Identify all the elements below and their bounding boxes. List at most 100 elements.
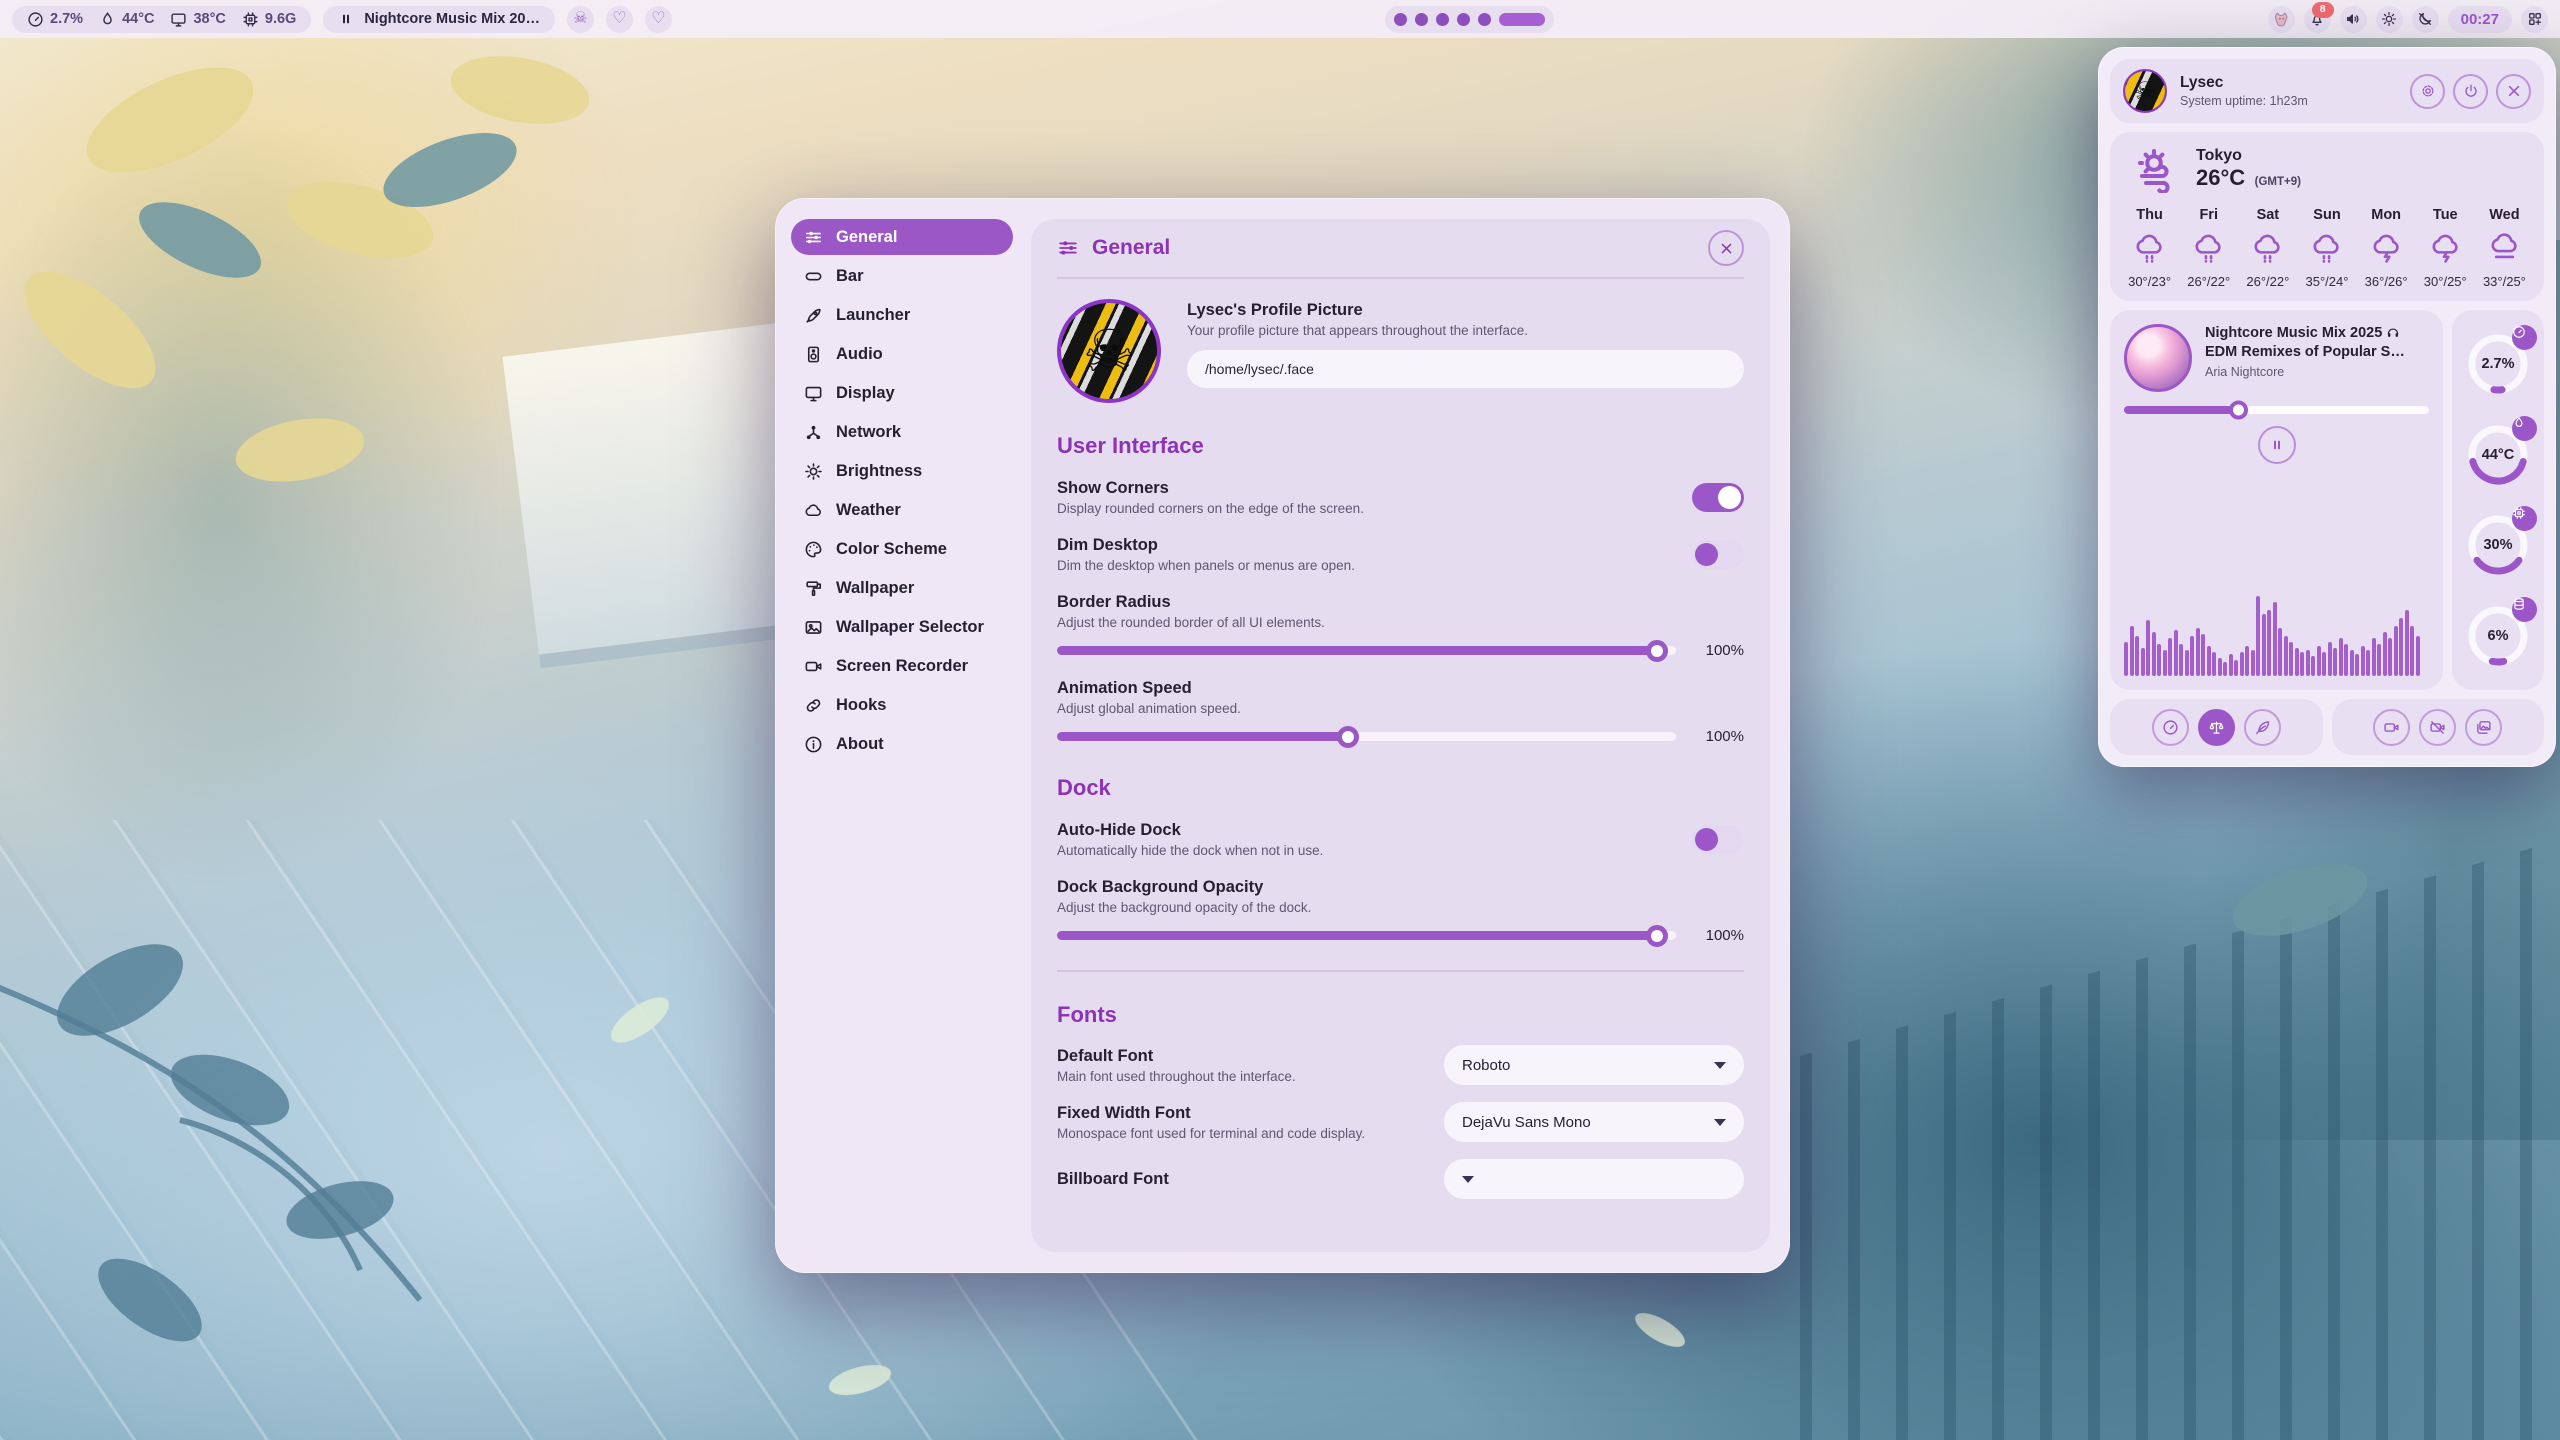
workspace-dot-2[interactable]: [1415, 13, 1428, 26]
forecast-day: Fri: [2179, 207, 2238, 223]
slider-knob[interactable]: [2229, 401, 2248, 420]
sidebar-item-color-scheme[interactable]: Color Scheme: [791, 531, 1013, 567]
pause-icon: [338, 11, 354, 27]
sidebar-item-label: Audio: [836, 345, 883, 364]
visualizer-bar: [2168, 638, 2172, 676]
rain-cloud-icon: [2134, 233, 2165, 264]
sidebar-item-bar[interactable]: Bar: [791, 258, 1013, 294]
music-visualizer: [2124, 592, 2429, 676]
workspace-dot-5[interactable]: [1478, 13, 1491, 26]
tray-app-button[interactable]: [2268, 6, 2295, 33]
settings-window: General Bar Launcher Audio Display Netwo…: [775, 198, 1790, 1273]
show-corners-toggle[interactable]: [1692, 483, 1744, 512]
fixed-width-font-dropdown[interactable]: DejaVu Sans Mono: [1444, 1102, 1744, 1142]
power-icon: [2463, 83, 2479, 99]
slider-track[interactable]: [1057, 931, 1676, 940]
workspace-dot-4[interactable]: [1457, 13, 1470, 26]
workspace-dot-1[interactable]: [1394, 13, 1407, 26]
visualizer-bar: [2240, 652, 2244, 676]
panel-close-button[interactable]: [2496, 74, 2531, 109]
heart-button-2[interactable]: ♡: [645, 6, 672, 33]
profile-picture-title: Lysec's Profile Picture: [1187, 301, 1744, 320]
section-dock: Dock: [1057, 775, 1744, 801]
auto-hide-dock-toggle[interactable]: [1692, 825, 1744, 854]
wallpapers-button[interactable]: [2465, 709, 2502, 746]
gauge-icon: [2512, 325, 2526, 339]
forecast-temps: 26°/22°: [2238, 274, 2297, 289]
speaker-box-icon: [804, 345, 823, 364]
visualizer-bar: [2163, 650, 2167, 676]
slider-knob[interactable]: [1646, 640, 1668, 662]
sidebar-item-screen-recorder[interactable]: Screen Recorder: [791, 648, 1013, 684]
sidebar-item-network[interactable]: Network: [791, 414, 1013, 450]
default-font-dropdown[interactable]: Roboto: [1444, 1045, 1744, 1085]
setting-title: Dock Background Opacity: [1057, 878, 1744, 897]
visualizer-bar: [2218, 658, 2222, 676]
slider-fill: [1057, 732, 1348, 741]
border-radius-slider[interactable]: 100%: [1057, 642, 1744, 659]
slider-track[interactable]: [2124, 406, 2429, 414]
setting-title: Border Radius: [1057, 593, 1744, 612]
chevron-down-icon: [1714, 1062, 1726, 1069]
gpu-temp-value: 38°C: [193, 11, 225, 27]
slider-knob[interactable]: [1646, 925, 1668, 947]
track-progress-slider[interactable]: [2124, 406, 2429, 414]
heart-icon: ♡: [651, 11, 665, 27]
settings-button[interactable]: [2410, 74, 2445, 109]
setting-title: Billboard Font: [1057, 1170, 1169, 1189]
power-saver-profile-button[interactable]: [2244, 709, 2281, 746]
sidebar-item-label: Bar: [836, 267, 864, 286]
profile-picture-path-input[interactable]: [1187, 350, 1744, 388]
dock-opacity-slider[interactable]: 100%: [1057, 927, 1744, 944]
screen-record-button[interactable]: [2373, 709, 2410, 746]
sidebar-item-audio[interactable]: Audio: [791, 336, 1013, 372]
slider-knob[interactable]: [1337, 726, 1359, 748]
section-user-interface: User Interface: [1057, 433, 1744, 459]
setting-animation-speed: Animation Speed Adjust global animation …: [1057, 679, 1744, 745]
monitor-icon: [804, 384, 823, 403]
sidebar-item-wallpaper[interactable]: Wallpaper: [791, 570, 1013, 606]
visualizer-bar: [2333, 648, 2337, 676]
weather-current-text: Tokyo 26°C (GMT+9): [2196, 147, 2301, 191]
pause-button[interactable]: [2258, 426, 2296, 464]
desktop: 2.7% 44°C 38°C 9.6G Nightcore Music Mix …: [0, 0, 2560, 1440]
monitor-icon: [170, 11, 187, 28]
clock[interactable]: 00:27: [2448, 6, 2512, 33]
sidebar-item-hooks[interactable]: Hooks: [791, 687, 1013, 723]
sidebar-item-general[interactable]: General: [791, 219, 1013, 255]
setting-desc: Display rounded corners on the edge of t…: [1057, 501, 1364, 516]
night-light-button[interactable]: [2412, 6, 2439, 33]
workspace-active-pill[interactable]: [1499, 13, 1545, 26]
overview-button[interactable]: [2521, 6, 2548, 33]
sidebar-item-weather[interactable]: Weather: [791, 492, 1013, 528]
sidebar-item-brightness[interactable]: Brightness: [791, 453, 1013, 489]
animation-speed-slider[interactable]: 100%: [1057, 728, 1744, 745]
brightness-button[interactable]: [2376, 6, 2403, 33]
sidebar-item-wallpaper-selector[interactable]: Wallpaper Selector: [791, 609, 1013, 645]
sidebar-item-about[interactable]: About: [791, 726, 1013, 762]
dim-desktop-toggle[interactable]: [1692, 540, 1744, 569]
camera-off-button[interactable]: [2419, 709, 2456, 746]
sidebar-item-display[interactable]: Display: [791, 375, 1013, 411]
skull-button[interactable]: ☠: [567, 6, 594, 33]
user-card-buttons: [2410, 74, 2531, 109]
slider-track[interactable]: [1057, 732, 1676, 741]
system-stats-pill: 2.7% 44°C 38°C 9.6G: [12, 6, 311, 33]
power-button[interactable]: [2453, 74, 2488, 109]
balanced-profile-button[interactable]: [2198, 709, 2235, 746]
billboard-font-dropdown[interactable]: [1444, 1159, 1744, 1199]
media-pill[interactable]: Nightcore Music Mix 20…: [323, 6, 555, 33]
visualizer-bar: [2212, 652, 2216, 676]
sidebar-item-launcher[interactable]: Launcher: [791, 297, 1013, 333]
visualizer-bar: [2322, 652, 2326, 676]
workspace-dot-3[interactable]: [1436, 13, 1449, 26]
notifications-button[interactable]: 8: [2304, 6, 2331, 33]
section-fonts: Fonts: [1057, 1002, 1744, 1028]
slider-track[interactable]: [1057, 646, 1676, 655]
volume-button[interactable]: [2340, 6, 2367, 33]
performance-profile-button[interactable]: [2152, 709, 2189, 746]
heart-button-1[interactable]: ♡: [606, 6, 633, 33]
tray-app-icon: [2272, 10, 2291, 29]
visualizer-bar: [2179, 644, 2183, 676]
close-button[interactable]: [1708, 230, 1744, 266]
